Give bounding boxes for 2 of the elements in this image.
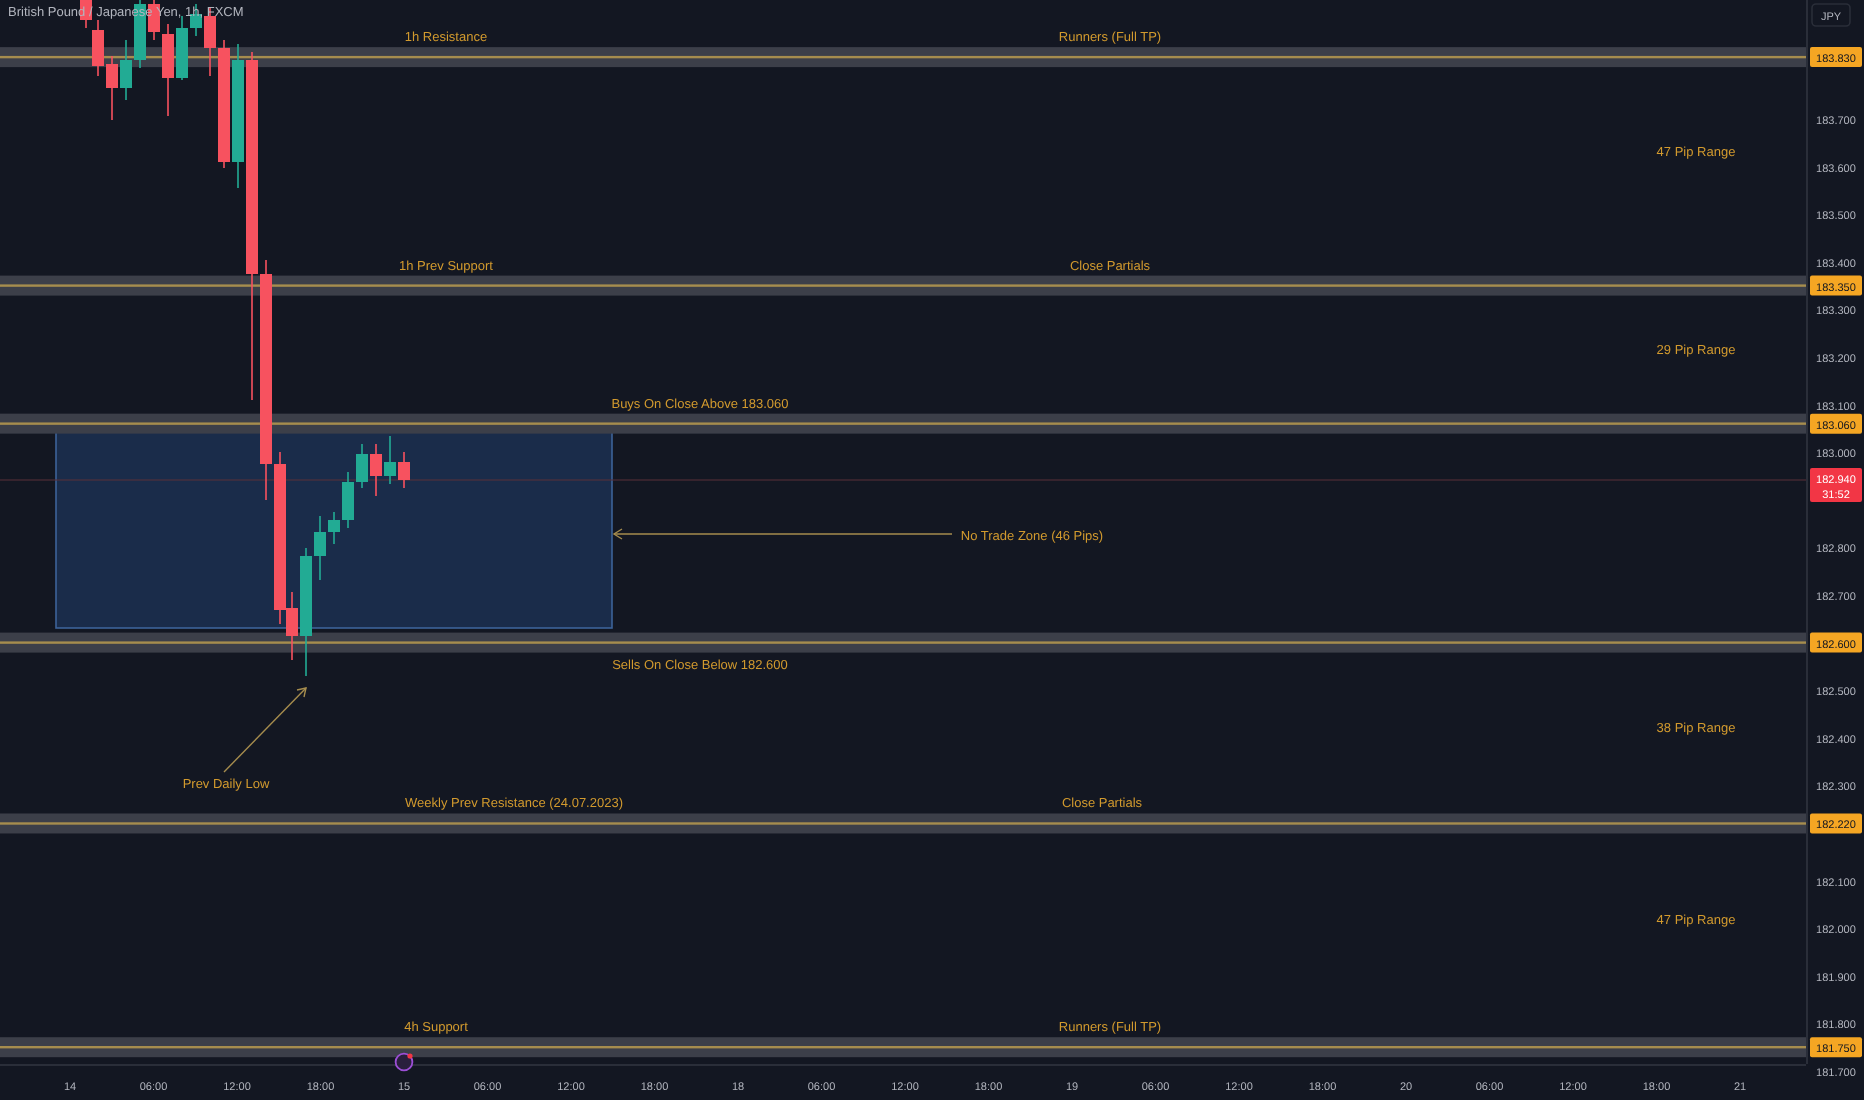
annotation-arrow — [223, 687, 307, 773]
event-icon[interactable] — [394, 1052, 414, 1072]
